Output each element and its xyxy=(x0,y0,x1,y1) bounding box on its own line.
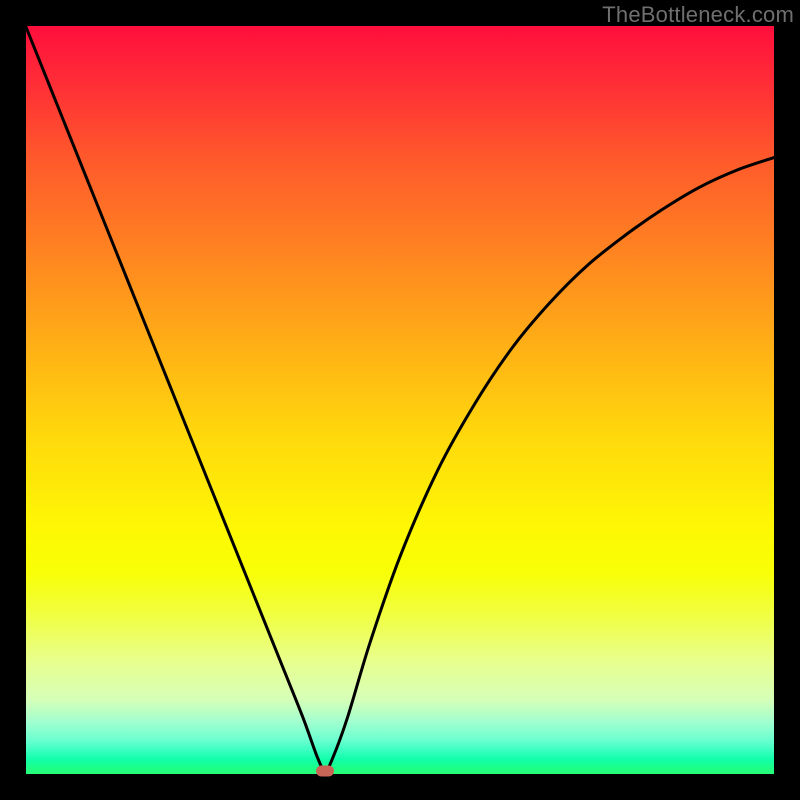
optimum-marker xyxy=(316,765,334,776)
curve-svg xyxy=(26,26,774,774)
bottleneck-curve xyxy=(26,27,774,771)
chart-plot-area xyxy=(26,26,774,774)
watermark-text: TheBottleneck.com xyxy=(602,2,794,28)
